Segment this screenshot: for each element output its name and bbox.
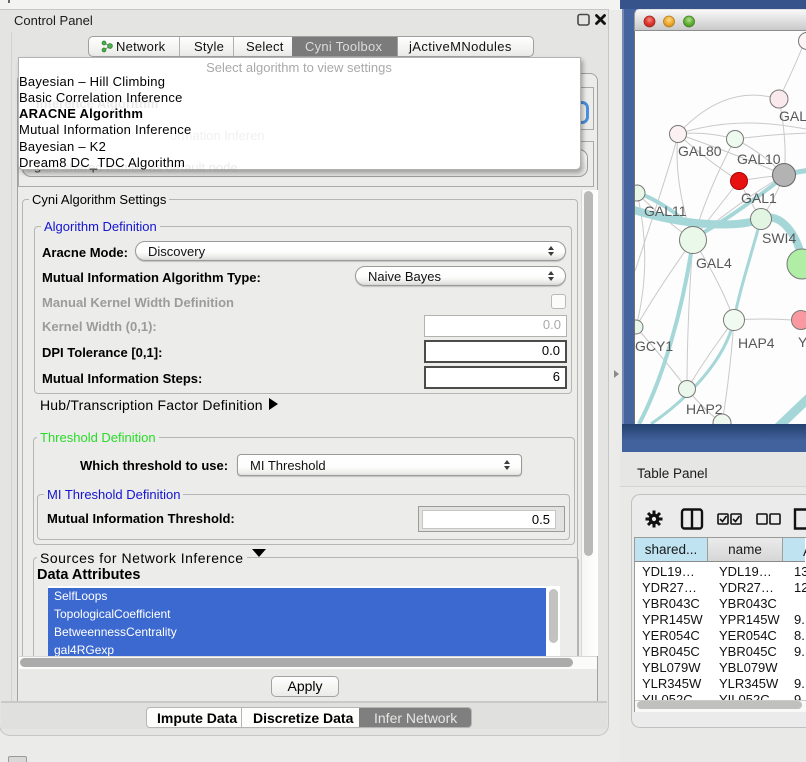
svg-text:Y: Y — [798, 334, 806, 350]
svg-text:GAL80: GAL80 — [678, 143, 722, 159]
svg-text:HAP4: HAP4 — [738, 335, 775, 351]
svg-text:HAP2: HAP2 — [686, 401, 723, 417]
svg-text:GAL: GAL — [779, 108, 806, 124]
svg-text:GAL10: GAL10 — [737, 151, 781, 167]
svg-text:GCY1: GCY1 — [635, 338, 673, 354]
svg-text:GAL11: GAL11 — [644, 203, 687, 219]
svg-text:GAL1: GAL1 — [741, 190, 777, 206]
svg-text:GAL4: GAL4 — [696, 255, 732, 271]
svg-text:SWI4: SWI4 — [762, 230, 796, 246]
